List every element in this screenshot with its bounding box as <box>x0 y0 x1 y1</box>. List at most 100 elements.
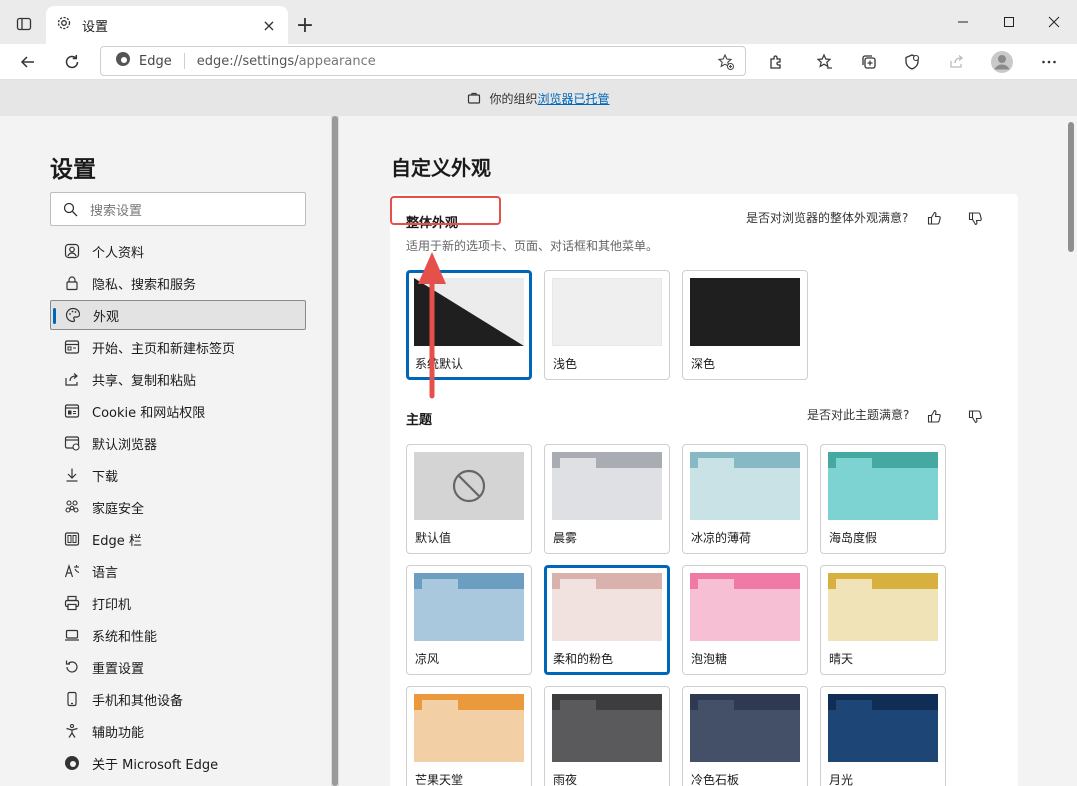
sidebar-item-label: 外观 <box>93 309 120 325</box>
sidebar-item-about[interactable]: 关于 Microsoft Edge <box>50 748 306 778</box>
edge-logo-icon <box>64 755 80 771</box>
download-icon <box>64 467 80 483</box>
theme-option-label: 海岛度假 <box>829 531 878 545</box>
extensions-icon[interactable] <box>761 47 791 77</box>
theme-option[interactable]: 晴天 <box>820 565 946 675</box>
favorites-icon[interactable] <box>810 47 840 77</box>
thumbs-down-icon[interactable] <box>965 208 985 228</box>
sidebar-item-label: 重置设置 <box>92 661 145 677</box>
collections-icon[interactable] <box>854 47 884 77</box>
sidebar-item-phone-devices[interactable]: 手机和其他设备 <box>50 684 306 714</box>
theme-option[interactable]: 泡泡糖 <box>682 565 808 675</box>
sidebar-item-label: 辅助功能 <box>92 725 145 741</box>
annotation-arrow-icon <box>418 252 446 399</box>
url-host: edge://settings/ <box>196 53 299 69</box>
minimize-icon[interactable] <box>940 8 986 36</box>
theme-preview <box>828 573 938 641</box>
theme-preview <box>552 573 662 641</box>
search-placeholder: 搜索设置 <box>90 203 143 219</box>
tab-title: 设置 <box>82 19 109 35</box>
browser-essentials-icon[interactable] <box>897 47 927 77</box>
back-arrow-icon[interactable] <box>13 47 43 77</box>
reset-icon <box>64 659 80 675</box>
sidebar-item-reset[interactable]: 重置设置 <box>50 652 306 682</box>
sidebar-scrollbar[interactable] <box>331 116 339 786</box>
sidebar-item-accessibility[interactable]: 辅助功能 <box>50 716 306 746</box>
sidebar-item-label: 开始、主页和新建标签页 <box>92 341 236 357</box>
search-input[interactable]: 搜索设置 <box>50 192 306 226</box>
add-favorite-icon[interactable] <box>715 51 737 73</box>
sidebar-item-share-copy[interactable]: 共享、复制和粘贴 <box>50 364 306 394</box>
theme-preview <box>828 452 938 520</box>
sidebar-item-label: 打印机 <box>92 597 132 613</box>
appearance-card: 整体外观 适用于新的选项卡、页面、对话框和其他菜单。 是否对浏览器的整体外观满意… <box>390 194 1018 786</box>
theme-option[interactable]: 默认值 <box>406 444 532 554</box>
sidebar-item-label: 默认浏览器 <box>92 437 158 453</box>
share-icon[interactable] <box>942 47 972 77</box>
share-icon <box>64 371 80 387</box>
new-tab-button[interactable]: + <box>292 12 318 38</box>
sidebar-item-default-browser[interactable]: 默认浏览器 <box>50 428 306 458</box>
sidebar-title: 设置 <box>50 157 96 183</box>
theme-option[interactable]: 柔和的粉色 <box>544 565 670 675</box>
theme-option[interactable]: 雨夜 <box>544 686 670 786</box>
address-brand: Edge <box>139 53 172 69</box>
appearance-option-label: 深色 <box>691 357 716 371</box>
appearance-option-light[interactable]: 浅色 <box>544 270 670 380</box>
address-divider <box>183 53 185 69</box>
theme-feedback-text: 是否对此主题满意? <box>807 408 910 422</box>
sidebar-item-appearance[interactable]: 外观 <box>50 300 306 330</box>
managed-link[interactable]: 浏览器已托管 <box>538 90 610 107</box>
appearance-option-label: 浅色 <box>553 357 578 371</box>
default-browser-icon <box>64 435 80 451</box>
theme-option[interactable]: 冰凉的薄荷 <box>682 444 808 554</box>
sidebar-scrollbar-thumb[interactable] <box>332 116 338 786</box>
address-bar[interactable]: Edge edge://settings/appearance <box>100 46 746 76</box>
main-scrollbar-thumb[interactable] <box>1068 122 1074 252</box>
sidebar-item-profile[interactable]: 个人资料 <box>50 236 306 266</box>
page-title: 自定义外观 <box>391 156 491 180</box>
theme-option-label: 凉风 <box>415 652 440 666</box>
sidebar-item-cookies[interactable]: Cookie 和网站权限 <box>50 396 306 426</box>
sidebar-item-system-performance[interactable]: 系统和性能 <box>50 620 306 650</box>
window-close-icon[interactable] <box>1031 8 1077 36</box>
close-tab-icon[interactable]: × <box>260 16 278 35</box>
thumbs-up-icon[interactable] <box>924 208 944 228</box>
phone-icon <box>64 691 80 707</box>
sidebar-item-label: 关于 Microsoft Edge <box>92 757 219 773</box>
sidebar-item-label: 个人资料 <box>92 245 145 261</box>
main-scrollbar[interactable] <box>1066 116 1077 786</box>
sidebar-item-printers[interactable]: 打印机 <box>50 588 306 618</box>
sidebar-item-privacy[interactable]: 隐私、搜索和服务 <box>50 268 306 298</box>
tab-settings[interactable]: 设置 × <box>46 6 288 44</box>
theme-option[interactable]: 晨雾 <box>544 444 670 554</box>
sidebar-item-languages[interactable]: 语言 <box>50 556 306 586</box>
appearance-option-dark[interactable]: 深色 <box>682 270 808 380</box>
sidebar-item-edge-bar[interactable]: Edge 栏 <box>50 524 306 554</box>
theme-option-label: 柔和的粉色 <box>553 652 614 666</box>
sidebar-item-start-home[interactable]: 开始、主页和新建标签页 <box>50 332 306 362</box>
tab-actions-icon[interactable] <box>12 12 36 36</box>
sidebar-item-downloads[interactable]: 下载 <box>50 460 306 490</box>
avatar[interactable] <box>987 47 1017 77</box>
sidebar-item-label: 隐私、搜索和服务 <box>92 277 197 293</box>
theme-preview <box>414 694 524 762</box>
sidebar-item-label: 手机和其他设备 <box>92 693 184 709</box>
profile-icon <box>64 243 80 259</box>
maximize-icon[interactable] <box>986 8 1032 36</box>
theme-option[interactable]: 月光 <box>820 686 946 786</box>
thumbs-down-icon[interactable] <box>965 406 985 426</box>
theme-preview <box>828 694 938 762</box>
sidebar-item-family-safety[interactable]: 家庭安全 <box>50 492 306 522</box>
edge-bar-icon <box>64 531 80 547</box>
refresh-icon[interactable] <box>57 47 87 77</box>
theme-option[interactable]: 冷色石板 <box>682 686 808 786</box>
theme-option[interactable]: 芒果天堂 <box>406 686 532 786</box>
theme-option[interactable]: 凉风 <box>406 565 532 675</box>
theme-option[interactable]: 海岛度假 <box>820 444 946 554</box>
more-options-icon[interactable] <box>1034 47 1064 77</box>
theme-preview <box>690 694 800 762</box>
search-icon <box>63 202 78 217</box>
edge-logo-icon <box>115 51 131 71</box>
thumbs-up-icon[interactable] <box>924 406 944 426</box>
